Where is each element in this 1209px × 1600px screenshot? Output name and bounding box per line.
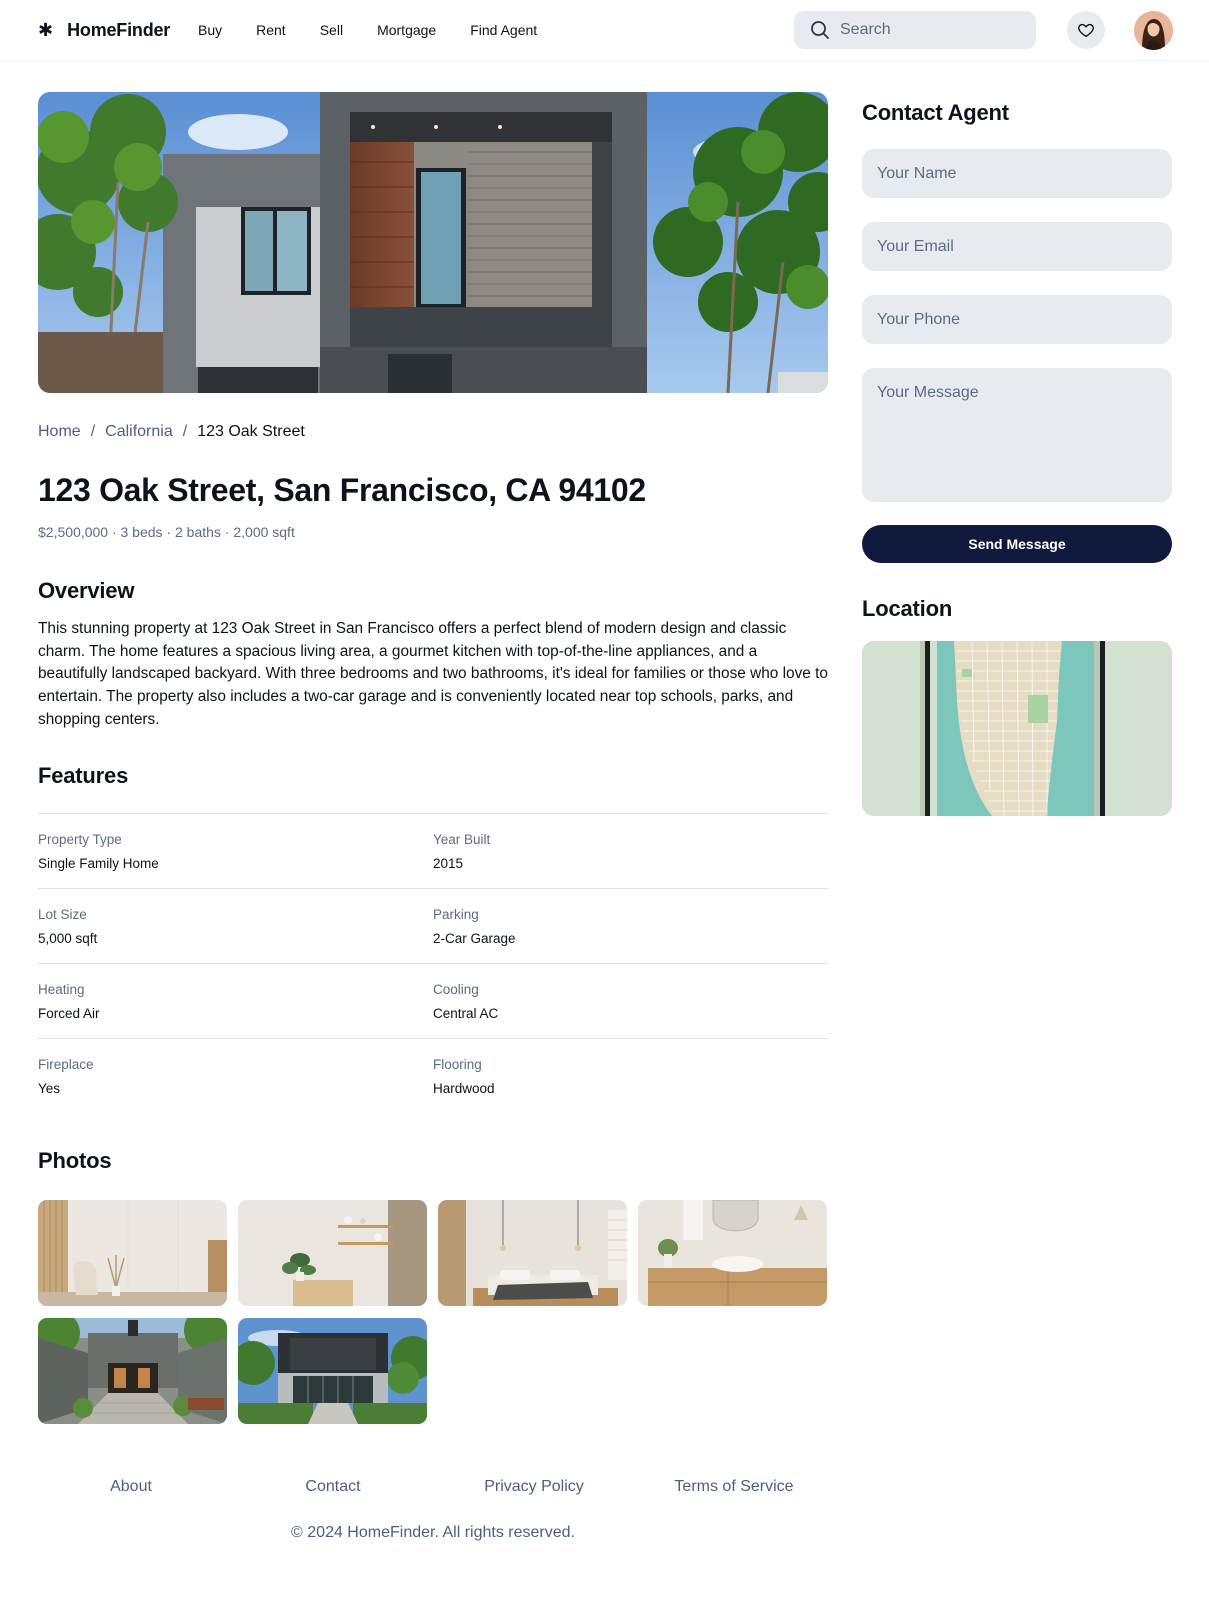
feature-value: Yes [38,1081,61,1096]
footer-contact-link[interactable]: Contact [305,1478,360,1496]
feature-heating: Heating Forced Air [38,964,433,1038]
feature-value: Hardwood [433,1081,495,1096]
brand[interactable]: ✱ HomeFinder [38,18,170,42]
heart-icon [1078,23,1094,38]
search-box[interactable] [794,11,1036,49]
feature-value: Central AC [433,1006,499,1021]
top-navigation-bar: ✱ HomeFinder Buy Rent Sell Mortgage Find… [0,0,1209,61]
user-avatar-image [1134,11,1173,50]
nav-sell[interactable]: Sell [320,21,343,39]
feature-label: Year Built [433,832,491,847]
table-row: Lot Size 5,000 sqft Parking 2-Car Garage [38,888,828,963]
feature-label: Lot Size [38,907,87,922]
name-field[interactable] [862,149,1172,198]
feature-lot-size: Lot Size 5,000 sqft [38,889,433,963]
send-message-button[interactable]: Send Message [862,525,1172,563]
location-map[interactable] [862,641,1172,816]
feature-value: 2-Car Garage [433,931,516,946]
nav-mortgage[interactable]: Mortgage [377,21,436,39]
breadcrumb-separator: / [182,423,188,440]
map-image [862,641,1172,816]
bedroom-image [438,1200,627,1306]
shelf-corner-photo[interactable] [238,1200,427,1306]
property-hero-image[interactable] [38,92,828,393]
bedroom-photo[interactable] [438,1200,627,1306]
feature-property-type: Property Type Single Family Home [38,814,433,888]
overview-text: This stunning property at 123 Oak Street… [38,620,828,728]
living-room-photo[interactable] [38,1200,227,1306]
contact-agent-heading: Contact Agent [862,100,1009,125]
table-row: Heating Forced Air Cooling Central AC [38,963,828,1038]
feature-cooling: Cooling Central AC [433,964,828,1038]
page-title: 123 Oak Street, San Francisco, CA 94102 [38,472,646,508]
breadcrumb: Home / California / 123 Oak Street [38,423,305,441]
nav-rent[interactable]: Rent [256,21,286,39]
feature-label: Parking [433,907,479,922]
house-front-photo[interactable] [238,1318,427,1424]
search-icon [811,21,829,39]
footer-privacy-link[interactable]: Privacy Policy [484,1478,584,1496]
feature-value: 2015 [433,856,464,871]
listing-summary: $2,500,000 · 3 beds · 2 baths · 2,000 sq… [38,524,295,540]
main-nav: Buy Rent Sell Mortgage Find Agent [198,21,571,39]
footer-terms-link[interactable]: Terms of Service [674,1478,793,1496]
feature-parking: Parking 2-Car Garage [433,889,828,963]
feature-value: Forced Air [38,1006,100,1021]
courtyard-image [38,1318,227,1424]
table-row: Property Type Single Family Home Year Bu… [38,813,828,888]
courtyard-photo[interactable] [38,1318,227,1424]
photos-heading: Photos [38,1148,112,1173]
breadcrumb-separator: / [90,423,96,440]
features-heading: Features [38,763,129,788]
message-field[interactable] [862,368,1172,502]
feature-value: Single Family Home [38,856,159,871]
living-room-image [38,1200,227,1306]
avatar[interactable] [1134,11,1173,50]
feature-label: Property Type [38,832,122,847]
bathroom-photo[interactable] [638,1200,827,1306]
asterisk-logo-icon: ✱ [38,20,54,40]
breadcrumb-current: 123 Oak Street [197,423,305,440]
nav-find-agent[interactable]: Find Agent [470,21,537,39]
feature-fireplace: Fireplace Yes [38,1039,433,1113]
features-table: Property Type Single Family Home Year Bu… [38,813,828,1113]
feature-flooring: Flooring Hardwood [433,1039,828,1113]
breadcrumb-state[interactable]: California [105,423,173,441]
breadcrumb-home[interactable]: Home [38,423,81,441]
shelf-corner-image [238,1200,427,1306]
search-input[interactable] [840,21,1020,39]
location-heading: Location [862,596,953,621]
house-front-image [238,1318,427,1424]
modern-house-illustration [38,92,828,393]
favorites-button[interactable] [1067,11,1105,49]
email-field[interactable] [862,222,1172,271]
feature-label: Cooling [433,982,479,997]
feature-label: Heating [38,982,85,997]
feature-label: Flooring [433,1057,482,1072]
feature-value: 5,000 sqft [38,931,98,946]
copyright-text: © 2024 HomeFinder. All rights reserved. [291,1524,575,1541]
phone-field[interactable] [862,295,1172,344]
nav-buy[interactable]: Buy [198,21,222,39]
table-row: Fireplace Yes Flooring Hardwood [38,1038,828,1113]
feature-label: Fireplace [38,1057,94,1072]
brand-name: HomeFinder [67,19,171,40]
bathroom-image [638,1200,827,1306]
overview-heading: Overview [38,578,135,603]
feature-year-built: Year Built 2015 [433,814,828,888]
footer-about-link[interactable]: About [110,1478,152,1496]
